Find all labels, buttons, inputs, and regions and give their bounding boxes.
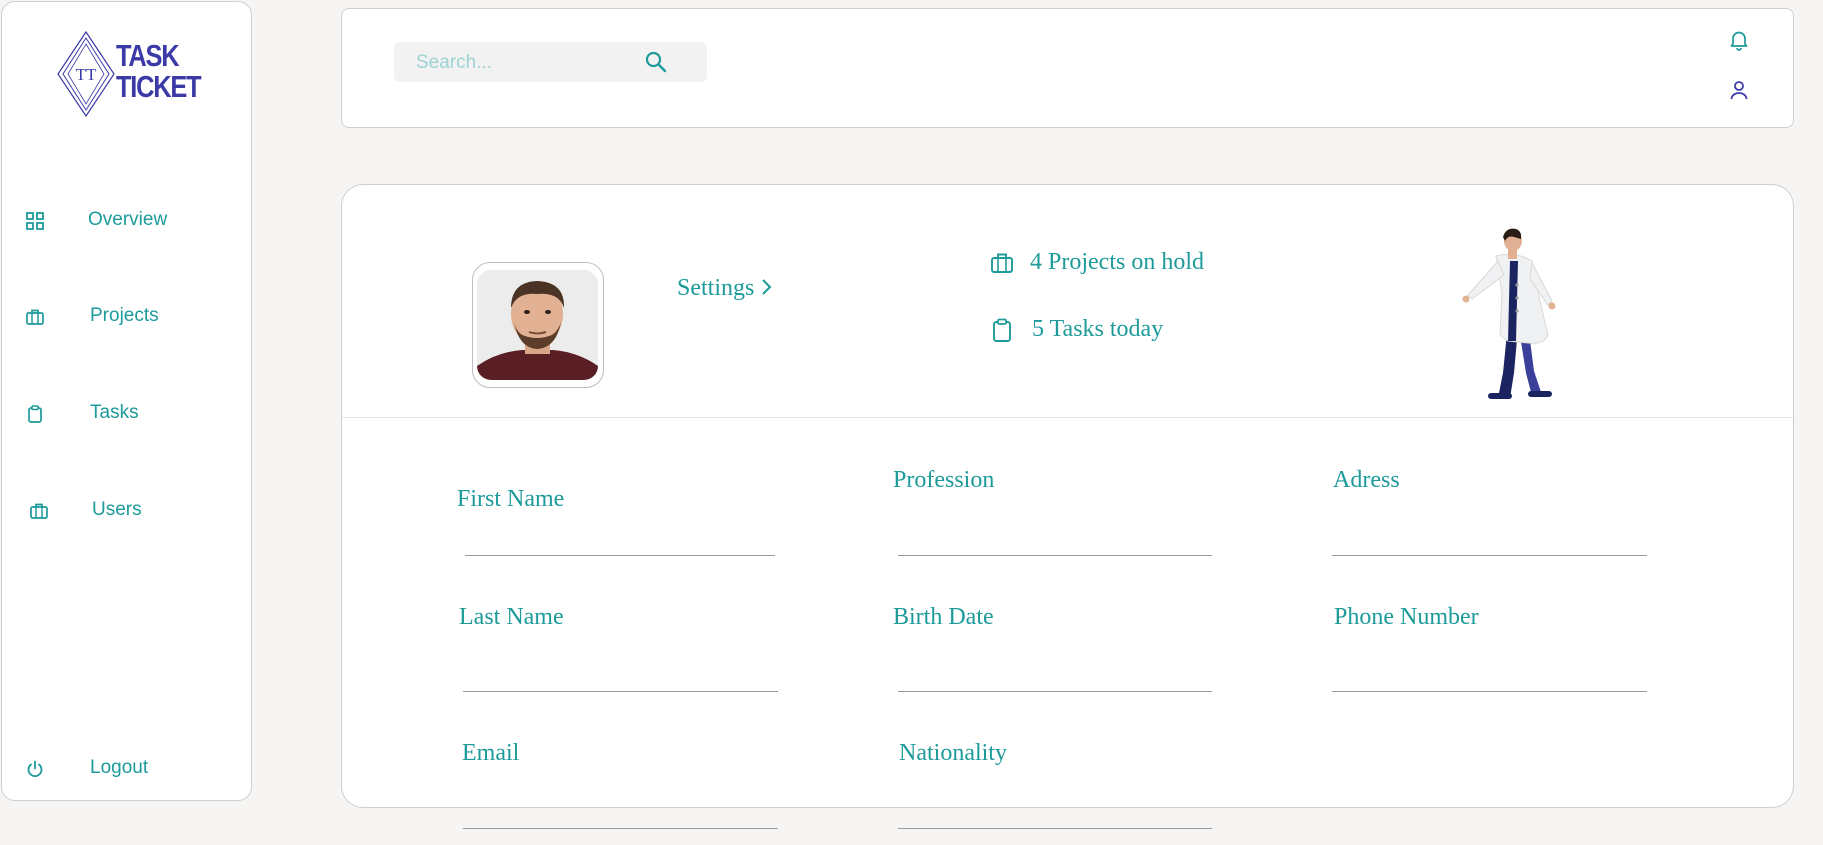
logo-wordmark: TASK TICKET <box>116 38 202 104</box>
logo-line-1: TASK <box>116 38 180 73</box>
tasks-today-stat: 5 Tasks today <box>1032 316 1164 342</box>
profile-card: Settings 4 Projects on hold 5 Tasks toda… <box>341 184 1794 829</box>
search-input[interactable] <box>414 42 648 84</box>
avatar-photo <box>477 270 598 380</box>
app-logo[interactable]: TT TASK TICKET <box>56 30 206 120</box>
sidebar-item-users[interactable]: Users <box>2 490 250 530</box>
logo-monogram: TT <box>76 65 97 84</box>
phone-number-label: Phone Number <box>1334 604 1479 630</box>
sidebar-item-label: Overview <box>88 209 168 230</box>
clipboard-icon <box>993 318 1011 342</box>
avatar[interactable] <box>472 262 604 388</box>
logout-button[interactable]: Logout <box>2 748 250 788</box>
clipboard-icon <box>28 405 42 423</box>
settings-label: Settings <box>677 275 755 301</box>
sidebar: TT TASK TICKET Overview Projects Tasks U… <box>1 1 252 801</box>
settings-link[interactable]: Settings <box>677 275 774 302</box>
email-label: Email <box>462 740 520 766</box>
address-field[interactable] <box>1332 555 1647 556</box>
nationality-label: Nationality <box>899 740 1007 766</box>
top-bar <box>341 8 1794 128</box>
nationality-field[interactable] <box>898 828 1212 829</box>
sidebar-item-label: Projects <box>90 305 159 326</box>
sidebar-item-label: Tasks <box>90 402 139 423</box>
doctor-illustration <box>1462 228 1556 399</box>
chevron-right-icon <box>762 279 772 295</box>
user-icon[interactable] <box>1728 79 1750 101</box>
first-name-field[interactable] <box>465 555 775 556</box>
email-field[interactable] <box>463 828 778 829</box>
last-name-field[interactable] <box>463 691 778 692</box>
power-icon <box>27 760 43 778</box>
sidebar-item-projects[interactable]: Projects <box>2 296 250 336</box>
logout-label: Logout <box>90 757 149 778</box>
briefcase-icon <box>30 503 48 519</box>
briefcase-icon <box>991 253 1013 273</box>
grid-icon <box>26 212 44 230</box>
logo-line-2: TICKET <box>116 69 202 104</box>
profession-field[interactable] <box>898 555 1212 556</box>
phone-number-field[interactable] <box>1332 691 1647 692</box>
search-box <box>394 42 707 84</box>
bell-icon[interactable] <box>1728 29 1750 51</box>
birth-date-label: Birth Date <box>893 604 994 630</box>
search-icon[interactable] <box>644 50 668 74</box>
address-label: Adress <box>1333 467 1400 493</box>
profession-label: Profession <box>893 467 995 493</box>
sidebar-item-overview[interactable]: Overview <box>2 200 250 240</box>
sidebar-item-tasks[interactable]: Tasks <box>2 393 250 433</box>
logo-diamond-icon: TT <box>57 30 115 118</box>
projects-on-hold-stat: 4 Projects on hold <box>1030 249 1204 275</box>
card-divider <box>342 417 1793 418</box>
briefcase-icon <box>26 309 44 325</box>
first-name-label: First Name <box>457 486 565 512</box>
last-name-label: Last Name <box>459 604 564 630</box>
birth-date-field[interactable] <box>898 691 1212 692</box>
sidebar-item-label: Users <box>92 499 142 520</box>
